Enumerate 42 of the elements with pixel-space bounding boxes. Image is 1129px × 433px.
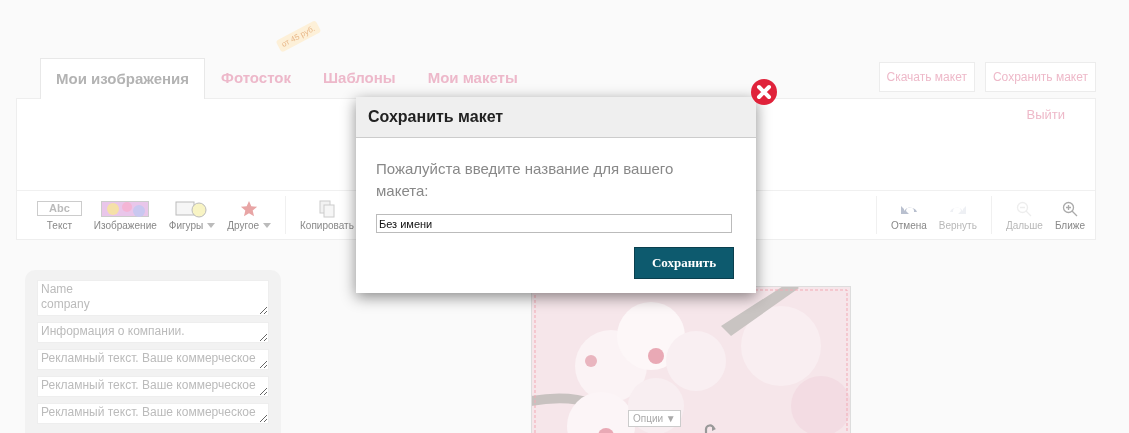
tool-label: Фигуры — [168, 219, 204, 231]
text-field[interactable]: Рекламный текст. Ваше коммерческое — [37, 376, 269, 397]
close-icon[interactable] — [750, 78, 778, 106]
save-button[interactable]: Сохранить — [634, 247, 734, 279]
image-tool[interactable]: Изображение — [91, 199, 159, 231]
shapes-tool[interactable]: Фигуры — [166, 199, 218, 231]
tool-label: Вернуть — [938, 219, 977, 231]
tool-label: Отмена — [890, 219, 927, 231]
dialog-message: Пожалуйста введите название для вашего макета: — [376, 159, 675, 201]
tab[interactable]: Мои изображения — [40, 58, 206, 99]
tool-label: Копировать — [300, 219, 354, 231]
copy-icon — [318, 199, 335, 218]
star-icon — [240, 199, 259, 218]
text-tool[interactable]: Abc Текст — [35, 199, 84, 231]
tool-label: Другое — [227, 219, 260, 231]
shapes-icon — [175, 199, 209, 218]
header-button[interactable]: Скачать макет — [878, 62, 975, 92]
tab[interactable]: Шаблоны — [307, 57, 412, 98]
tab[interactable]: Мои макеты — [411, 57, 534, 98]
text-field[interactable]: Name company — [37, 280, 269, 316]
zoom-in-icon — [1061, 200, 1078, 217]
dialog-title: Сохранить макет — [368, 108, 504, 126]
text-field[interactable]: Информация о компании. — [37, 322, 269, 343]
star-tool[interactable]: Другое — [225, 199, 274, 231]
undo-tool[interactable]: Отмена — [888, 199, 929, 231]
rotate-icon — [703, 423, 717, 433]
text-field[interactable]: Рекламный текст. Ваше коммерческое — [37, 349, 269, 370]
options-button[interactable]: Опции ▼ — [628, 410, 681, 427]
tab[interactable]: Фотосток — [205, 57, 307, 98]
tool-label: Изображение — [93, 219, 157, 231]
text-sample-icon: Abc — [37, 201, 82, 216]
copy-tool[interactable]: Копировать — [298, 199, 356, 231]
image-thumbnail-icon — [101, 200, 150, 217]
tool-label: Текст — [46, 219, 72, 231]
price-badge: от 45 руб. — [276, 20, 322, 53]
tool-label: Дальше — [1005, 219, 1043, 231]
text-field[interactable]: Рекламный текст. Ваше коммерческое — [37, 403, 269, 424]
logout-link[interactable]: Выйти — [1026, 107, 1065, 190]
tool-label: Ближе — [1054, 219, 1085, 231]
zoom-in-tool[interactable]: Ближе — [1052, 199, 1087, 231]
header-button[interactable]: Сохранить макет — [984, 62, 1096, 92]
name-input[interactable]: Без имени — [376, 214, 732, 233]
